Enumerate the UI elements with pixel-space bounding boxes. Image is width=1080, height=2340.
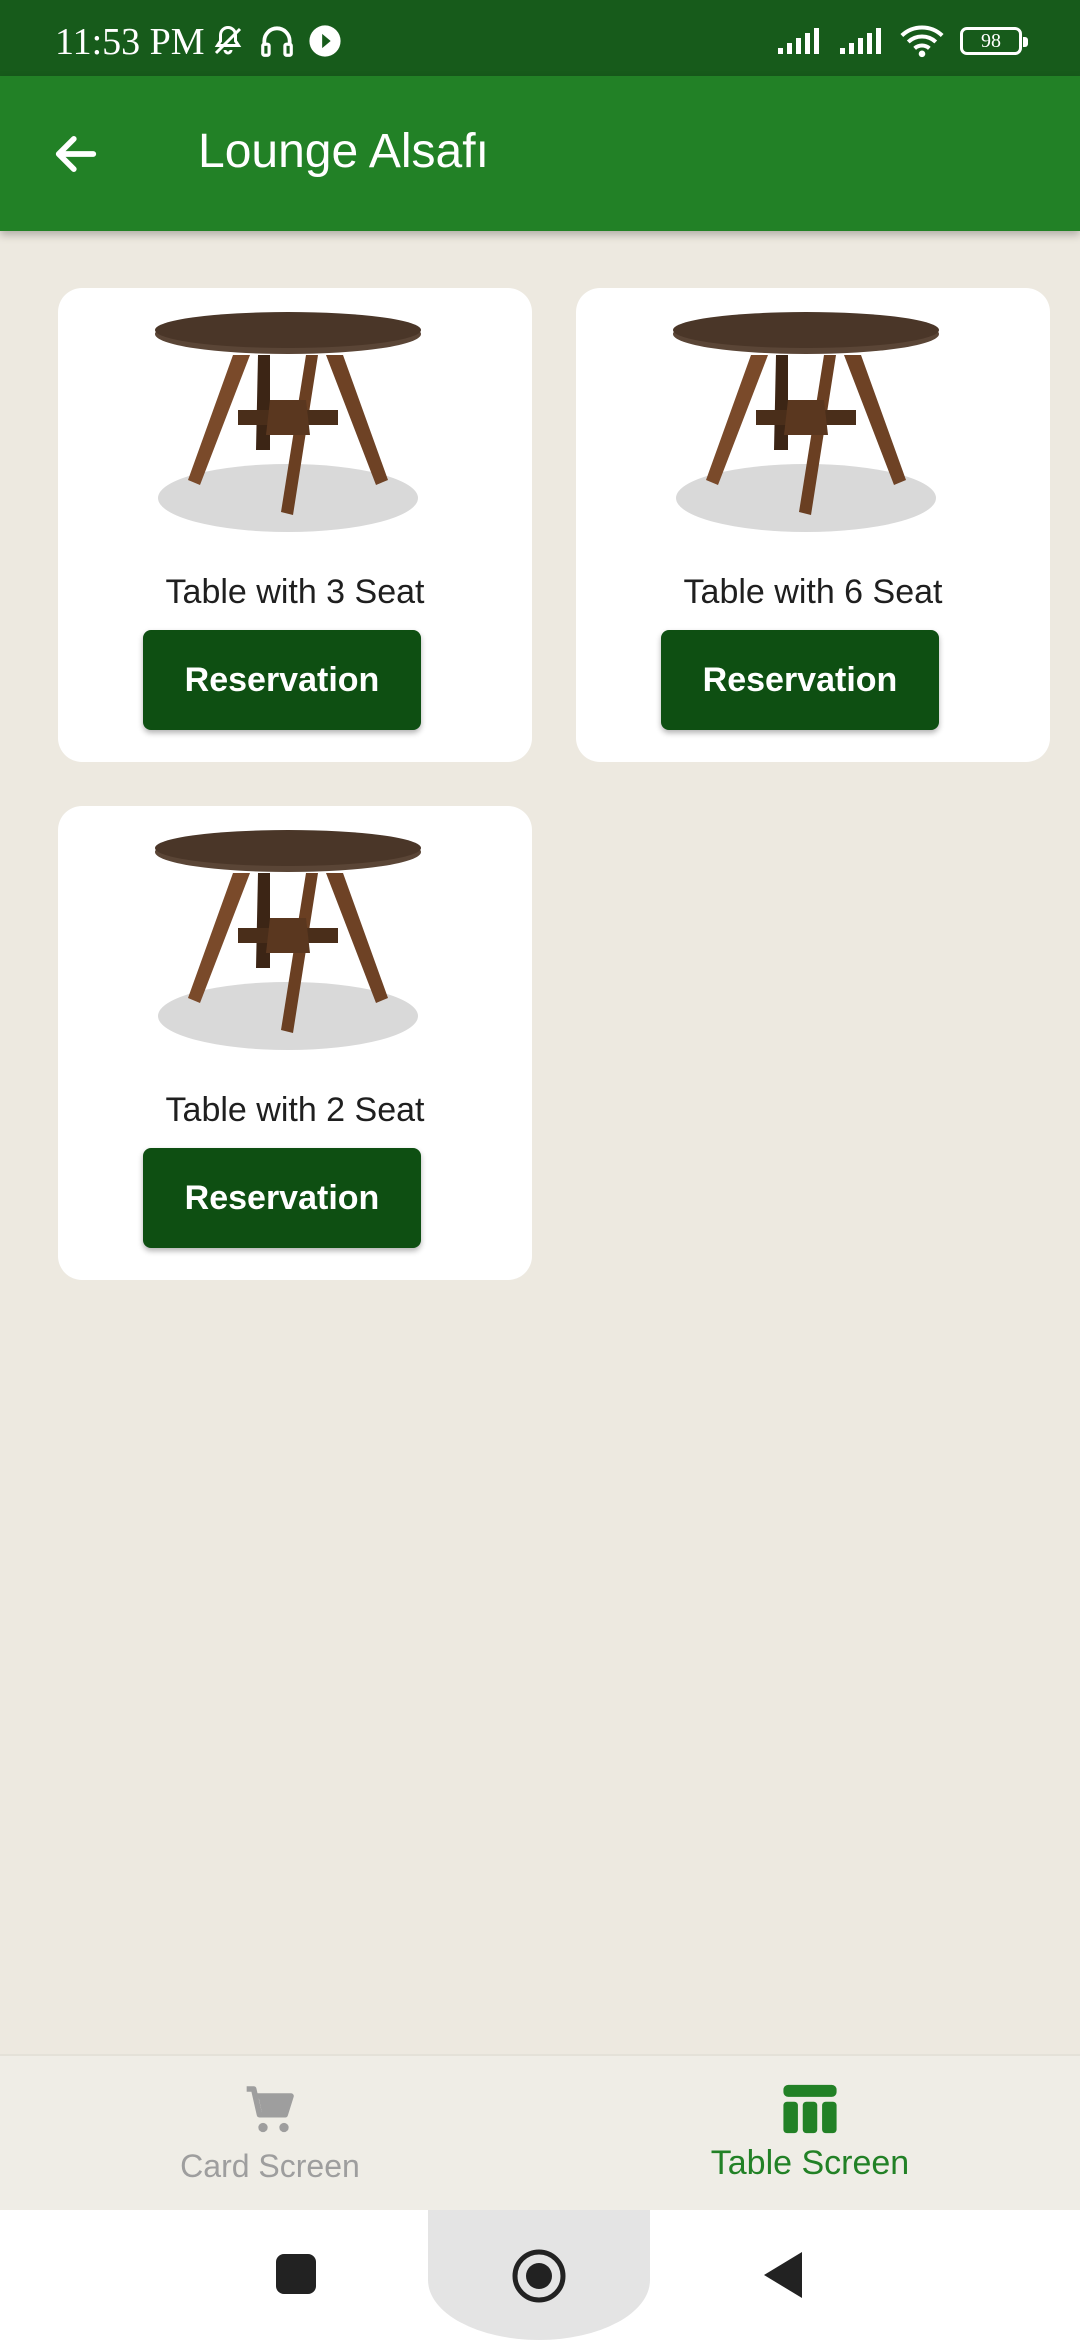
status-icons-right: 98 [776, 24, 1028, 58]
battery-level: 98 [981, 29, 1001, 52]
headphones-icon [261, 26, 293, 57]
table-card: Table with 6 Seat Reservation [576, 288, 1050, 762]
app-bar: Lounge Alsafı [0, 76, 1080, 231]
battery-icon: 98 [960, 27, 1028, 55]
table-image [155, 830, 421, 1050]
status-bar: 11:53 PM 98 [0, 0, 1080, 76]
table-card: Table with 2 Seat Reservation [58, 806, 532, 1280]
cart-icon [246, 2086, 294, 2133]
reservation-button[interactable]: Reservation [661, 630, 939, 730]
back-button[interactable] [40, 118, 112, 190]
bottom-nav: Card Screen Table Screen [0, 2054, 1080, 2212]
table-label: Table with 3 Seat [165, 573, 425, 611]
wifi-icon [900, 25, 944, 58]
table-icon [783, 2084, 837, 2134]
bell-off-icon [214, 25, 242, 55]
table-image [673, 312, 939, 532]
table-card: Table with 3 Seat Reservation [58, 288, 532, 762]
table-label: Table with 2 Seat [165, 1091, 425, 1129]
play-icon [309, 25, 341, 57]
nav-label-table-screen: Table Screen [710, 2144, 910, 2182]
nav-label-card-screen: Card Screen [180, 2148, 360, 2184]
home-icon[interactable] [510, 2247, 568, 2305]
nav-item-card-screen[interactable]: Card Screen [0, 2056, 540, 2212]
signal-icon [840, 28, 881, 54]
reservation-button[interactable]: Reservation [143, 1148, 421, 1248]
table-image [155, 312, 421, 532]
recents-icon[interactable] [275, 2253, 317, 2295]
nav-item-table-screen[interactable]: Table Screen [540, 2056, 1080, 2212]
status-icons-left [210, 22, 342, 60]
reservation-button[interactable]: Reservation [143, 630, 421, 730]
arrow-left-icon [55, 136, 97, 172]
system-nav-bar [0, 2210, 1080, 2340]
table-label: Table with 6 Seat [683, 573, 943, 611]
page-title: Lounge Alsafı [198, 125, 489, 178]
back-nav-icon[interactable] [762, 2250, 804, 2300]
signal-icon [778, 28, 819, 54]
status-time: 11:53 PM [55, 21, 205, 63]
